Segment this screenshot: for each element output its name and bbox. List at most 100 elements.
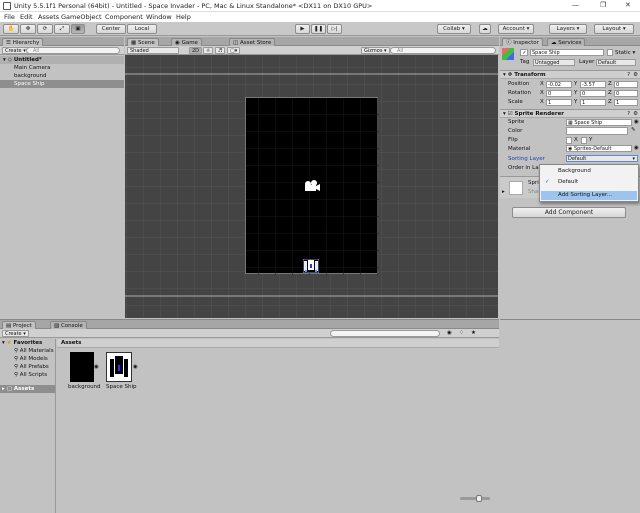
tab-project[interactable]: ▤ Project — [2, 321, 36, 329]
tab-console[interactable]: ▨ Console — [50, 321, 87, 329]
component-settings-icon[interactable]: ⚙ — [633, 110, 638, 118]
cloud-icon[interactable]: ☁ — [479, 24, 491, 34]
menu-component[interactable]: Component — [105, 13, 143, 21]
account-dropdown[interactable]: Account ▾ — [498, 24, 534, 34]
rotation-x-field[interactable]: 0 — [546, 90, 572, 97]
scene-search-input[interactable]: All — [390, 47, 496, 54]
position-y-field[interactable]: -3.57 — [580, 81, 606, 88]
step-button[interactable]: ▷| — [327, 24, 342, 34]
icon-size-slider[interactable] — [460, 495, 490, 502]
gizmos-dropdown[interactable]: Gizmos ▾ — [361, 47, 390, 54]
filter-by-type-icon[interactable]: ◉ — [447, 330, 452, 336]
collab-button[interactable]: Collab ▾ — [437, 24, 471, 34]
hierarchy-search-input[interactable]: All — [26, 47, 120, 54]
sorting-layer-dropdown[interactable]: Default ▾ — [566, 155, 638, 162]
object-name-field[interactable]: Space Ship — [530, 49, 604, 56]
filter-by-label-icon[interactable]: ♢ — [459, 330, 464, 336]
tab-game[interactable]: ◉ Game — [171, 38, 202, 46]
menu-window[interactable]: Window — [146, 13, 172, 21]
pause-button[interactable]: ❚❚ — [311, 24, 326, 34]
tab-scene[interactable]: ▦ Scene — [127, 38, 159, 46]
eyedropper-icon[interactable]: ✎ — [631, 127, 636, 133]
hierarchy-item[interactable]: background — [0, 72, 124, 80]
asset-thumbnail-background[interactable] — [70, 352, 94, 382]
shading-mode-dropdown[interactable]: Shaded — [127, 47, 179, 54]
scale-z-field[interactable]: 1 — [614, 99, 638, 106]
tab-hierarchy[interactable]: ☰ Hierarchy — [2, 38, 44, 46]
effects-dropdown-icon[interactable]: ▢▾ — [227, 47, 241, 54]
static-checkbox[interactable] — [607, 49, 613, 56]
rotate-tool-button[interactable]: ⟳ — [37, 24, 53, 34]
tab-services[interactable]: ☁ Services — [547, 38, 586, 46]
sprite-field[interactable]: ▦ Space Ship — [566, 119, 632, 126]
pivot-local-button[interactable]: Local — [127, 24, 157, 34]
scene-view[interactable] — [125, 46, 498, 318]
minimize-icon[interactable]: — — [572, 1, 579, 9]
tag-dropdown[interactable]: Untagged — [533, 59, 575, 66]
object-picker-icon[interactable]: ◉ — [634, 145, 639, 151]
expand-sprite-icon[interactable]: ◉ — [133, 364, 138, 370]
rect-tool-button[interactable]: ▣ — [71, 24, 85, 34]
hierarchy-item-selected[interactable]: Space Ship — [0, 80, 124, 88]
hierarchy-create-button[interactable]: Create ▾ — [2, 47, 29, 54]
mode-2d-toggle[interactable]: 2D — [189, 47, 203, 54]
close-icon[interactable]: ✕ — [625, 1, 631, 9]
sorting-layer-option-default[interactable]: ✓ Default — [541, 178, 637, 187]
favorites-item[interactable]: ⚲ All Models — [0, 355, 55, 363]
menu-assets[interactable]: Assets — [38, 13, 59, 21]
hierarchy-item[interactable]: Main Camera — [0, 64, 124, 72]
scale-y-field[interactable]: 1 — [580, 99, 606, 106]
flip-y-checkbox[interactable] — [581, 137, 587, 144]
rotation-y-field[interactable]: 0 — [580, 90, 606, 97]
color-swatch[interactable] — [566, 127, 628, 135]
sprite-renderer-header[interactable]: ▾ ☑ Sprite Renderer? ⚙ — [500, 109, 640, 118]
maximize-icon[interactable]: ❐ — [600, 1, 606, 9]
sorting-layer-option-background[interactable]: Background — [541, 167, 637, 176]
favorites-row[interactable]: ▾ ★ Favorites — [0, 339, 55, 347]
scene-row[interactable]: ▾ ◇ Untitled* — [0, 56, 124, 64]
scale-x-field[interactable]: 1 — [546, 99, 572, 106]
layout-dropdown[interactable]: Layout ▾ — [594, 24, 634, 34]
asset-thumbnail-space-ship[interactable] — [106, 352, 132, 382]
lighting-toggle-icon[interactable]: ☼ — [203, 47, 214, 54]
favorites-item[interactable]: ⚲ All Prefabs — [0, 363, 55, 371]
expand-arrow-icon[interactable]: ▸ — [502, 189, 505, 195]
help-icon[interactable]: ? — [627, 110, 630, 118]
favorites-item[interactable]: ⚲ All Scripts — [0, 371, 55, 379]
project-search-input[interactable] — [330, 330, 440, 337]
pivot-center-button[interactable]: Center — [96, 24, 126, 34]
material-field[interactable]: ◉ Sprites-Default — [566, 145, 632, 152]
sprite-renderer-checkbox[interactable]: ☑ — [508, 111, 513, 117]
breadcrumb-assets[interactable]: Assets — [61, 340, 81, 346]
project-create-button[interactable]: Create ▾ — [2, 330, 29, 337]
menu-help[interactable]: Help — [176, 13, 191, 21]
hand-tool-button[interactable]: ✋ — [3, 24, 19, 34]
tab-inspector[interactable]: ⓘ Inspector — [502, 38, 543, 46]
slider-handle[interactable] — [476, 495, 482, 502]
layers-dropdown[interactable]: Layers ▾ — [549, 24, 587, 34]
static-dropdown[interactable]: Static ▾ — [615, 50, 635, 56]
move-tool-button[interactable]: ✥ — [20, 24, 36, 34]
add-sorting-layer-option[interactable]: Add Sorting Layer... — [541, 191, 637, 200]
flip-x-checkbox[interactable] — [566, 137, 572, 144]
menu-edit[interactable]: Edit — [20, 13, 33, 21]
layer-dropdown[interactable]: Default — [596, 59, 636, 66]
star-icon[interactable]: ★ — [471, 330, 476, 336]
audio-toggle-icon[interactable]: ♬ — [215, 47, 226, 54]
space-ship-sprite-icon[interactable] — [303, 259, 319, 273]
active-checkbox[interactable]: ✓ — [520, 49, 528, 56]
help-icon[interactable]: ? — [627, 71, 630, 79]
component-settings-icon[interactable]: ⚙ — [633, 71, 638, 79]
play-button[interactable]: ▶ — [295, 24, 310, 34]
position-x-field[interactable]: -0.02 — [546, 81, 572, 88]
scale-tool-button[interactable]: ⤢ — [54, 24, 70, 34]
menu-file[interactable]: File — [4, 13, 15, 21]
add-component-button[interactable]: Add Component — [512, 207, 626, 218]
expand-sprite-icon[interactable]: ◉ — [94, 364, 99, 370]
transform-header[interactable]: ▾ ✥ Transform? ⚙ — [500, 70, 640, 79]
assets-folder-row[interactable]: ▸ ▢ Assets — [0, 385, 55, 393]
tab-asset-store[interactable]: ◫ Asset Store — [229, 38, 276, 46]
object-picker-icon[interactable]: ◉ — [634, 119, 639, 125]
favorites-item[interactable]: ⚲ All Materials — [0, 347, 55, 355]
camera-gizmo-icon[interactable] — [303, 179, 321, 193]
